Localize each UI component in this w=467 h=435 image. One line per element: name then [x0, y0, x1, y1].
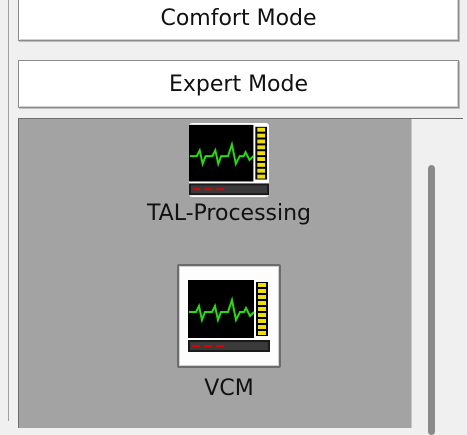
comfort-mode-button[interactable]: Comfort Mode [18, 0, 459, 41]
tal-processing-label: TAL-Processing [146, 201, 312, 226]
expert-mode-button[interactable]: Expert Mode [18, 60, 459, 108]
monitor-waveform-icon [189, 124, 269, 196]
tal-processing-icon-frame[interactable] [189, 123, 269, 197]
module-icon-panel: TAL-Processing VCM [18, 118, 463, 435]
tal-processing-tile[interactable]: TAL-Processing [59, 123, 399, 226]
vcm-label: VCM [204, 376, 254, 401]
left-edge-divider [0, 0, 9, 421]
comfort-mode-label: Comfort Mode [160, 6, 317, 31]
expert-mode-label: Expert Mode [168, 71, 309, 97]
scrollbar-thumb[interactable] [428, 165, 435, 435]
vcm-tile[interactable]: VCM [59, 264, 399, 401]
monitor-waveform-icon [188, 280, 270, 352]
vertical-scrollbar[interactable] [411, 119, 463, 435]
vcm-icon-frame[interactable] [177, 264, 281, 368]
